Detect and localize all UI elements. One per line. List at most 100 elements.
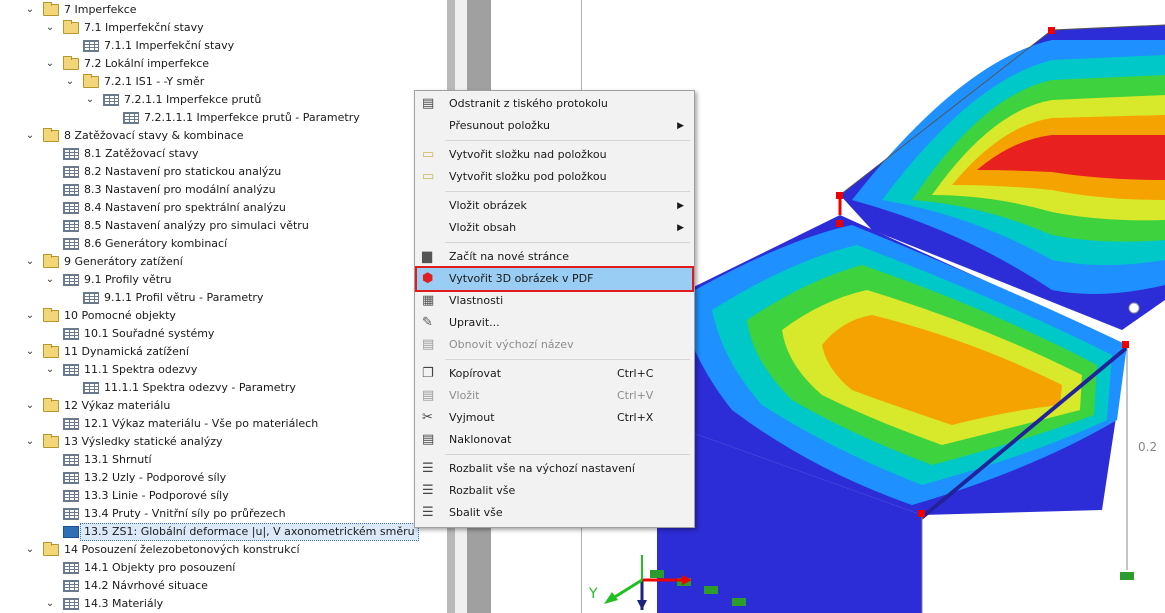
menu-item[interactable]: ☰ Sbalit vše [417, 502, 692, 524]
chevron-down-icon[interactable]: ⌄ [43, 271, 57, 289]
tree-item[interactable]: 13.4 Pruty - Vnitřní síly po průřezech [0, 505, 447, 523]
table-icon [63, 202, 79, 214]
clone-icon: ▤ [422, 432, 435, 447]
submenu-arrow-icon: ▶ [677, 121, 684, 131]
menu-item[interactable]: ▭ Vytvořit složku pod položkou [417, 166, 692, 188]
menu-item[interactable]: ▤ Naklonovat [417, 429, 692, 451]
tree-folder[interactable]: ⌄ 7.2.1 IS1 - -Y směr [0, 73, 447, 91]
table-icon [63, 148, 79, 160]
table-icon [123, 112, 139, 124]
menu-item[interactable]: ❐ Kopírovat Ctrl+C [417, 363, 692, 385]
tree-folder[interactable]: ⌄ 13 Výsledky statické analýzy [0, 433, 447, 451]
tree-folder[interactable]: ⌄ 12 Výkaz materiálu [0, 397, 447, 415]
report-tree[interactable]: ⌄ 7 Imperfekce ⌄ 7.1 Imperfekční stavy 7.1.1… [0, 0, 447, 613]
tree-item-label: 8.6 Generátory kombinací [84, 237, 228, 250]
chevron-down-icon[interactable]: ⌄ [23, 307, 37, 325]
menu-item-label: Vložit obrázek [449, 199, 527, 212]
chevron-down-icon[interactable]: ⌄ [43, 55, 57, 73]
menu-item-label: Vytvořit složku nad položkou [449, 148, 607, 161]
tree-item[interactable]: 13.3 Linie - Podporové síly [0, 487, 447, 505]
folder-icon [63, 56, 79, 70]
chevron-down-icon[interactable]: ⌄ [63, 73, 77, 91]
tree-folder[interactable]: ⌄ 11 Dynamická zatížení [0, 343, 447, 361]
tree-item[interactable]: 13.5 ZS1: Globální deformace |u|, V axon… [0, 523, 447, 541]
chevron-down-icon[interactable]: ⌄ [43, 19, 57, 37]
tree-folder[interactable]: ⌄ 8 Zatěžovací stavy & kombinace [0, 127, 447, 145]
tree-item[interactable]: 8.1 Zatěžovací stavy [0, 145, 447, 163]
chevron-down-icon[interactable]: ⌄ [43, 361, 57, 379]
tree-item[interactable]: 7.2.1.1.1 Imperfekce prutů - Parametry [0, 109, 447, 127]
menu-item[interactable]: ✎ Upravit... [417, 312, 692, 334]
menu-item[interactable]: ⬢ Vytvořit 3D obrázek v PDF [415, 266, 694, 292]
tree-item[interactable]: 8.6 Generátory kombinací [0, 235, 447, 253]
tree-item[interactable]: ⌄ 7.2.1.1 Imperfekce prutů [0, 91, 447, 109]
tree-item[interactable]: 11.1.1 Spektra odezvy - Parametry [0, 379, 447, 397]
menu-item[interactable]: ☰ Rozbalit vše na výchozí nastavení [417, 458, 692, 480]
table-icon [63, 166, 79, 178]
chevron-down-icon[interactable]: ⌄ [23, 127, 37, 145]
tree-item[interactable]: ⌄ 11.1 Spektra odezvy [0, 361, 447, 379]
expand-default-icon: ☰ [422, 461, 434, 476]
tree-item-label: 9.1.1 Profil větru - Parametry [104, 291, 264, 304]
menu-item[interactable]: ✂ Vyjmout Ctrl+X [417, 407, 692, 429]
tree-item[interactable]: 10.1 Souřadné systémy [0, 325, 447, 343]
tree-item[interactable]: 8.4 Nastavení pro spektrální analýzu [0, 199, 447, 217]
menu-item-label: Vyjmout [449, 411, 495, 424]
tree-item-label: 7.2.1.1 Imperfekce prutů [124, 93, 262, 106]
tree-item-label: 14.3 Materiály [84, 597, 164, 610]
menu-separator [445, 191, 690, 192]
tree-item[interactable]: 14.1 Objekty pro posouzení [0, 559, 447, 577]
menu-item-label: Upravit... [449, 316, 500, 329]
context-menu[interactable]: ▤ Odstranit z tiského protokolu Přesunout … [414, 90, 695, 528]
chevron-down-icon[interactable]: ⌄ [43, 595, 57, 613]
tree-item[interactable]: 9.1.1 Profil větru - Parametry [0, 289, 447, 307]
tree-folder[interactable]: ⌄ 10 Pomocné objekty [0, 307, 447, 325]
menu-item[interactable]: ▦ Vlastnosti [417, 290, 692, 312]
submenu-arrow-icon: ▶ [677, 223, 684, 233]
menu-item[interactable]: ▭ Vytvořit složku nad položkou [417, 144, 692, 166]
tree-item[interactable]: 8.5 Nastavení analýzy pro simulaci větru [0, 217, 447, 235]
tree-item[interactable]: 13.2 Uzly - Podporové síly [0, 469, 447, 487]
table-icon [83, 292, 99, 304]
menu-item[interactable]: Přesunout položku ▶ [417, 115, 692, 137]
tree-item[interactable]: 12.1 Výkaz materiálu - Vše po materiálec… [0, 415, 447, 433]
menu-item[interactable]: ▤ Vložit Ctrl+V [417, 385, 692, 407]
tree-item[interactable]: 8.2 Nastavení pro statickou analýzu [0, 163, 447, 181]
chevron-down-icon[interactable]: ⌄ [23, 343, 37, 361]
chevron-down-icon[interactable]: ⌄ [23, 1, 37, 19]
menu-item[interactable]: ▤ Obnovit výchozí název [417, 334, 692, 356]
tree-item-label: 11.1.1 Spektra odezvy - Parametry [104, 381, 296, 394]
menu-item[interactable]: ☰ Rozbalit vše [417, 480, 692, 502]
menu-item[interactable]: Vložit obrázek ▶ [417, 195, 692, 217]
tree-item[interactable]: 14.2 Návrhové situace [0, 577, 447, 595]
chevron-down-icon[interactable]: ⌄ [23, 541, 37, 559]
tree-item-label: 11.1 Spektra odezvy [84, 363, 198, 376]
menu-item[interactable]: ▤ Odstranit z tiského protokolu [417, 93, 692, 115]
menu-item-label: Obnovit výchozí název [449, 338, 574, 351]
chevron-down-icon[interactable]: ⌄ [23, 397, 37, 415]
tree-item[interactable]: ⌄ 14.3 Materiály [0, 595, 447, 613]
tree-folder[interactable]: ⌄ 7.1 Imperfekční stavy [0, 19, 447, 37]
chevron-down-icon[interactable]: ⌄ [83, 91, 97, 109]
tree-item[interactable]: 8.3 Nastavení pro modální analýzu [0, 181, 447, 199]
tree-item[interactable]: 13.1 Shrnutí [0, 451, 447, 469]
tree-item[interactable]: ⌄ 9.1 Profily větru [0, 271, 447, 289]
edit-icon: ✎ [422, 315, 433, 330]
chevron-down-icon[interactable]: ⌄ [23, 433, 37, 451]
tree-folder[interactable]: ⌄ 7.2 Lokální imperfekce [0, 55, 447, 73]
tree-item-label: 7.2 Lokální imperfekce [84, 57, 210, 70]
menu-item-label: Naklonovat [449, 433, 512, 446]
tree-item-label: 14.1 Objekty pro posouzení [84, 561, 236, 574]
menu-item-label: Vlastnosti [449, 294, 504, 307]
folder-icon [43, 398, 59, 412]
menu-item[interactable]: ▆ Začít na nové stránce [417, 246, 692, 268]
chevron-down-icon[interactable]: ⌄ [23, 253, 37, 271]
table-icon [63, 580, 79, 592]
tree-folder[interactable]: ⌄ 14 Posouzení železobetonových konstrukc… [0, 541, 447, 559]
menu-item[interactable]: Vložit obsah ▶ [417, 217, 692, 239]
tree-folder[interactable]: ⌄ 9 Generátory zatížení [0, 253, 447, 271]
image-icon [63, 526, 79, 538]
tree-item[interactable]: 7.1.1 Imperfekční stavy [0, 37, 447, 55]
tree-folder[interactable]: ⌄ 7 Imperfekce [0, 1, 447, 19]
menu-item-label: Rozbalit vše [449, 484, 516, 497]
